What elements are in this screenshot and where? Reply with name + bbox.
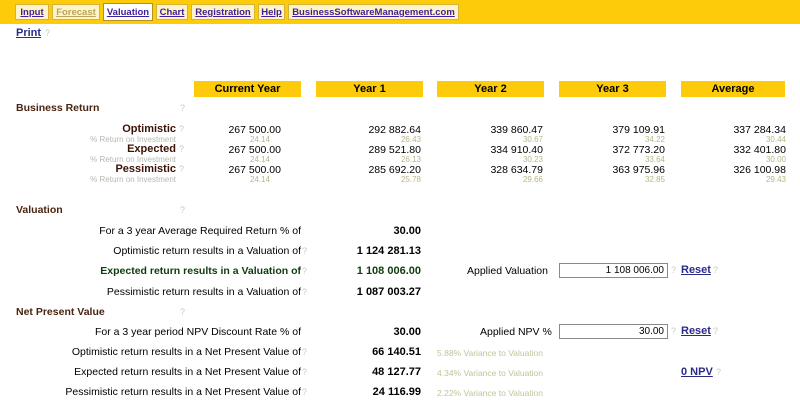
expected-npv-label: Expected return results in a Net Present… bbox=[74, 366, 301, 378]
pessimistic-valuation-help-icon[interactable]: ? bbox=[302, 287, 307, 297]
column-header-year-1: Year 1 bbox=[316, 81, 423, 97]
row-label-pessimistic: Pessimistic bbox=[115, 163, 176, 175]
pessimistic-npv-help-icon[interactable]: ? bbox=[302, 387, 307, 397]
expected-pct-current-year: 24.14 bbox=[249, 155, 270, 164]
npv-help-icon[interactable]: ? bbox=[180, 307, 185, 317]
tab-valuation[interactable]: Valuation bbox=[103, 3, 153, 21]
npv-discount-rate-label: For a 3 year period NPV Discount Rate % … bbox=[94, 326, 301, 338]
column-header-year-2: Year 2 bbox=[437, 81, 544, 97]
applied-valuation-label: Applied Valuation bbox=[467, 265, 548, 277]
reset-npv-link[interactable]: Reset bbox=[681, 325, 711, 337]
print-help-icon[interactable]: ? bbox=[45, 28, 50, 38]
optimistic-pct-year-3: 34.22 bbox=[644, 135, 665, 144]
tab-bar: Input Forecast Valuation Chart Registrat… bbox=[0, 0, 800, 24]
expected-valuation-label: Expected return results in a Valuation o… bbox=[100, 265, 301, 277]
column-header-year-3: Year 3 bbox=[559, 81, 666, 97]
pessimistic-help-icon[interactable]: ? bbox=[179, 164, 184, 174]
expected-pct-year-1: 26.13 bbox=[400, 155, 421, 164]
pessimistic-valuation-label: Pessimistic return results in a Valuatio… bbox=[106, 286, 301, 298]
reset-valuation-link[interactable]: Reset bbox=[681, 264, 711, 276]
row-label-expected: Expected bbox=[127, 143, 176, 155]
optimistic-valuation-label: Optimistic return results in a Valuation… bbox=[113, 245, 301, 257]
pessimistic-pct-average: 29.43 bbox=[765, 175, 786, 184]
tab-input[interactable]: Input bbox=[15, 4, 49, 20]
tab-business-software-management[interactable]: BusinessSoftwareManagement.com bbox=[288, 4, 459, 20]
section-valuation: Valuation bbox=[16, 204, 63, 216]
expected-npv-value: 48 127.77 bbox=[372, 366, 421, 378]
optimistic-pct-average: 30.44 bbox=[765, 135, 786, 144]
optimistic-pct-year-1: 26.43 bbox=[400, 135, 421, 144]
print-link[interactable]: Print bbox=[16, 27, 41, 39]
optimistic-npv-help-icon[interactable]: ? bbox=[302, 347, 307, 357]
required-return-label: For a 3 year Average Required Return % o… bbox=[99, 225, 301, 237]
expected-npv-variance: 4.34% Variance to Valuation bbox=[437, 368, 544, 378]
valuation-help-icon[interactable]: ? bbox=[180, 205, 185, 215]
required-return-value: 30.00 bbox=[393, 225, 421, 237]
column-header-current-year: Current Year bbox=[194, 81, 301, 97]
expected-npv-help-icon[interactable]: ? bbox=[302, 367, 307, 377]
pessimistic-pct-year-2: 29.66 bbox=[522, 175, 543, 184]
pessimistic-pct-year-3: 32.85 bbox=[644, 175, 665, 184]
section-business-return: Business Return bbox=[16, 102, 100, 114]
section-net-present-value: Net Present Value bbox=[16, 306, 105, 318]
applied-npv-input[interactable] bbox=[559, 324, 668, 339]
optimistic-help-icon[interactable]: ? bbox=[179, 124, 184, 134]
expected-valuation-help-icon[interactable]: ? bbox=[302, 266, 307, 276]
tab-chart[interactable]: Chart bbox=[156, 4, 188, 20]
optimistic-pct-year-2: 30.67 bbox=[522, 135, 543, 144]
row-label-optimistic: Optimistic bbox=[122, 123, 176, 135]
zero-npv-link[interactable]: 0 NPV bbox=[681, 366, 713, 378]
pessimistic-npv-variance: 2.22% Variance to Valuation bbox=[437, 388, 544, 398]
expected-valuation-value: 1 108 006.00 bbox=[356, 265, 421, 277]
applied-valuation-input[interactable] bbox=[559, 263, 668, 278]
pessimistic-valuation-value: 1 087 003.27 bbox=[356, 286, 421, 298]
reset-valuation-help-icon[interactable]: ? bbox=[713, 265, 718, 275]
optimistic-valuation-value: 1 124 281.13 bbox=[356, 245, 421, 257]
pessimistic-pct-current-year: 24.14 bbox=[249, 175, 270, 184]
npv-discount-rate-value: 30.00 bbox=[393, 326, 421, 338]
column-header-average: Average bbox=[681, 81, 785, 97]
expected-pct-year-2: 30.23 bbox=[522, 155, 543, 164]
expected-help-icon[interactable]: ? bbox=[179, 144, 184, 154]
pessimistic-npv-label: Pessimistic return results in a Net Pres… bbox=[65, 386, 301, 398]
optimistic-npv-value: 66 140.51 bbox=[372, 346, 421, 358]
optimistic-npv-variance: 5.88% Variance to Valuation bbox=[437, 348, 544, 358]
optimistic-pct-current-year: 24.14 bbox=[249, 135, 270, 144]
reset-npv-help-icon[interactable]: ? bbox=[713, 326, 718, 336]
applied-npv-label: Applied NPV % bbox=[480, 326, 552, 338]
business-return-help-icon[interactable]: ? bbox=[180, 103, 185, 113]
expected-pct-average: 30.00 bbox=[765, 155, 786, 164]
tab-forecast[interactable]: Forecast bbox=[52, 4, 100, 20]
tab-registration[interactable]: Registration bbox=[191, 4, 255, 20]
optimistic-valuation-help-icon[interactable]: ? bbox=[302, 246, 307, 256]
zero-npv-help-icon[interactable]: ? bbox=[716, 367, 721, 377]
pessimistic-pct-year-1: 25.78 bbox=[400, 175, 421, 184]
row-sublabel-pessimistic: % Return on Investment bbox=[90, 175, 176, 184]
tab-help[interactable]: Help bbox=[258, 4, 285, 20]
expected-pct-year-3: 33.64 bbox=[644, 155, 665, 164]
applied-valuation-help-icon[interactable]: ? bbox=[671, 265, 676, 275]
optimistic-npv-label: Optimistic return results in a Net Prese… bbox=[71, 346, 301, 358]
pessimistic-npv-value: 24 116.99 bbox=[372, 386, 421, 398]
applied-npv-help-icon[interactable]: ? bbox=[671, 326, 676, 336]
